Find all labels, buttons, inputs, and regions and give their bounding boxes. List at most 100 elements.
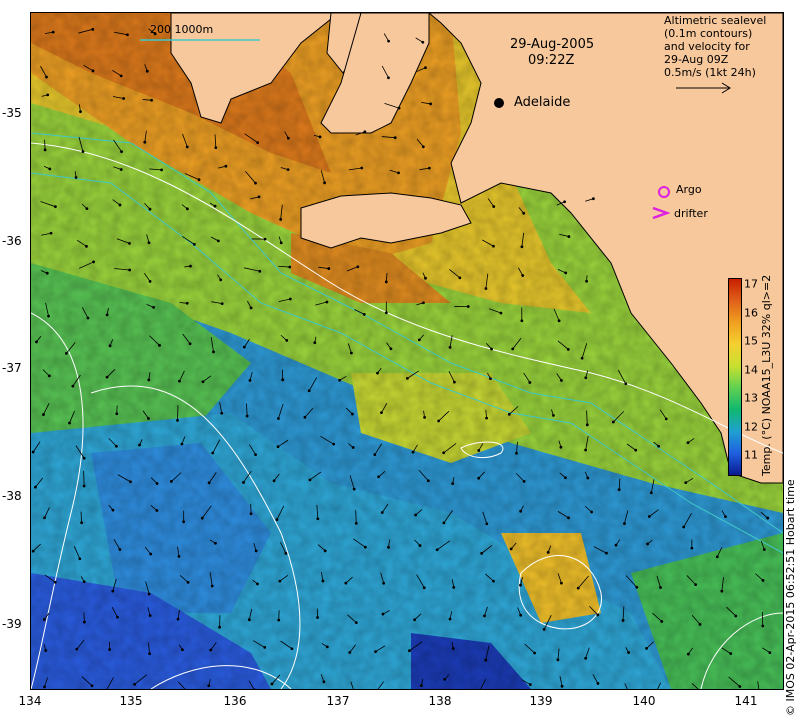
velocity-arrow-head (424, 66, 427, 70)
velocity-arrow-head (384, 311, 388, 315)
x-tick-label: 135 (119, 694, 143, 708)
velocity-arrow-head (256, 582, 259, 586)
velocity-arrow-head (485, 416, 488, 420)
velocity-arrow-head (533, 651, 536, 655)
velocity-arrow-head (389, 347, 393, 351)
velocity-arrow-head (397, 171, 400, 175)
velocity-arrow-head (377, 475, 381, 479)
velocity-arrow-head (108, 648, 112, 651)
velocity-arrow-head (363, 130, 367, 134)
y-tick-label: -37 (2, 361, 22, 375)
sst-map[interactable] (30, 12, 784, 690)
velocity-arrow-head (451, 647, 455, 650)
velocity-arrow-head (426, 479, 430, 483)
velocity-arrow-head (477, 476, 481, 480)
argo-label: Argo (676, 183, 702, 196)
velocity-arrow-head (178, 379, 181, 383)
info-line: 0.5m/s (1kt 24h) (664, 66, 756, 79)
velocity-arrow-head (176, 617, 180, 621)
velocity-arrow-head (197, 178, 201, 182)
velocity-arrow-head (169, 480, 173, 483)
velocity-arrow-head (207, 684, 211, 688)
velocity-arrow-head (176, 418, 179, 422)
velocity-arrow-head (660, 620, 664, 623)
velocity-arrow (83, 471, 85, 487)
velocity-arrow-head (611, 420, 615, 424)
velocity-arrow-head (542, 628, 546, 631)
velocity-arrow-head (560, 379, 563, 382)
velocity-arrow-head (224, 164, 228, 168)
velocity-arrow-head (768, 651, 772, 655)
velocity-arrow-head (559, 445, 563, 449)
info-line: and velocity for (664, 40, 750, 53)
velocity-arrow-head (323, 181, 326, 185)
velocity-arrow-head (420, 684, 423, 688)
velocity-arrow-head (276, 417, 280, 420)
velocity-arrow-head (421, 40, 425, 44)
velocity-arrow-head (122, 97, 126, 100)
velocity-arrow-head (421, 145, 425, 149)
velocity-arrow-head (214, 541, 217, 545)
velocity-arrow-head (44, 649, 48, 652)
velocity-arrow-head (585, 279, 588, 283)
velocity-arrow-head (614, 543, 618, 547)
velocity-arrow-head (79, 110, 82, 114)
velocity-arrow-head (338, 378, 342, 382)
velocity-arrow-head (381, 612, 385, 616)
velocity-arrow-head (133, 682, 137, 686)
velocity-arrow-head (509, 547, 513, 551)
velocity-arrow-head (519, 613, 523, 617)
velocity-arrow-head (348, 651, 352, 654)
colorbar-label: Temp. (°C) NOAA15_L3U 32% ql>=2 (760, 274, 773, 476)
velocity-arrow-head (552, 413, 555, 417)
velocity-arrow-head (393, 136, 397, 140)
velocity-arrow-head (220, 302, 224, 305)
velocity-arrow-head (212, 350, 215, 354)
velocity-arrow-head (118, 203, 122, 207)
velocity-arrow-head (664, 417, 668, 421)
velocity-arrow-head (155, 509, 159, 512)
velocity-arrow-head (152, 305, 155, 309)
city-marker-adelaide[interactable] (494, 98, 504, 108)
velocity-arrow-head (422, 586, 426, 590)
velocity-arrow-head (325, 300, 329, 304)
velocity-arrow-head (256, 141, 260, 145)
velocity-arrow-head (424, 276, 427, 280)
velocity-arrow-head (216, 239, 220, 243)
temperature-colorbar (728, 278, 742, 476)
velocity-arrow-head (138, 443, 141, 447)
velocity-arrow-head (427, 166, 431, 170)
velocity-arrow-head (480, 551, 484, 555)
velocity-arrow-head (91, 69, 95, 73)
velocity-arrow-head (387, 76, 390, 80)
velocity-arrow-head (720, 589, 724, 593)
velocity-arrow-head (288, 265, 292, 269)
velocity-arrow-head (484, 658, 488, 662)
x-tick-label: 141 (734, 694, 758, 708)
velocity-arrow-head (148, 614, 152, 617)
velocity-arrow-head (452, 585, 456, 589)
info-line: Altimetric sealevel (664, 14, 767, 27)
velocity-arrow-head (522, 479, 526, 483)
velocity-arrow-head (105, 313, 109, 317)
velocity-arrow-head (429, 102, 433, 106)
velocity-arrow-head (557, 319, 561, 323)
velocity-arrow-head (115, 412, 119, 416)
velocity-arrow-head (623, 522, 626, 525)
velocity-arrow-head (344, 581, 348, 585)
velocity-arrow-head (316, 616, 319, 619)
velocity-arrow-head (254, 181, 257, 185)
velocity-arrow-head (149, 552, 153, 556)
velocity-arrow-head (318, 135, 322, 139)
velocity-arrow-head (185, 145, 189, 149)
velocity-arrow-head (249, 306, 253, 310)
velocity-arrow-head (263, 237, 267, 241)
sst-map-canvas (31, 13, 783, 689)
velocity-arrow-head (78, 557, 82, 561)
velocity-arrow-head (443, 677, 447, 681)
velocity-arrow-head (308, 478, 312, 482)
velocity-arrow-head (374, 650, 377, 654)
velocity-arrow-head (567, 516, 570, 520)
velocity-arrow-head (276, 445, 280, 449)
velocity-arrow-head (82, 484, 86, 488)
